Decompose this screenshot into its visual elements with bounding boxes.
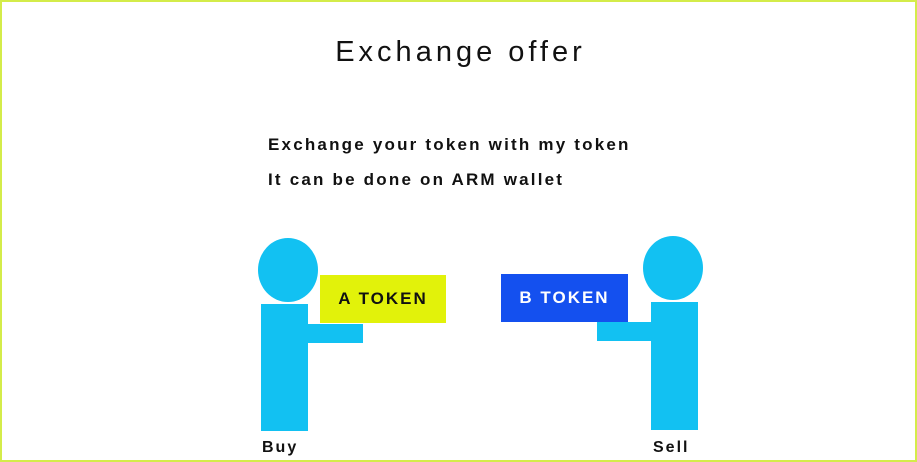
buy-caption: Buy — [262, 439, 299, 456]
seller-arm — [597, 322, 651, 341]
b-token-card: B TOKEN — [501, 274, 628, 322]
buyer-body — [261, 304, 308, 431]
offer-panel: Exchange offer Exchange your token with … — [0, 0, 917, 462]
buyer-arm — [308, 324, 363, 343]
seller-body — [651, 302, 698, 430]
buyer-head — [258, 238, 318, 302]
seller-head — [643, 236, 703, 300]
description-line-1: Exchange your token with my token — [268, 135, 631, 154]
sell-caption: Sell — [653, 439, 690, 456]
a-token-card: A TOKEN — [320, 275, 446, 323]
page-title: Exchange offer — [335, 36, 586, 68]
description-line-2: It can be done on ARM wallet — [268, 170, 565, 189]
